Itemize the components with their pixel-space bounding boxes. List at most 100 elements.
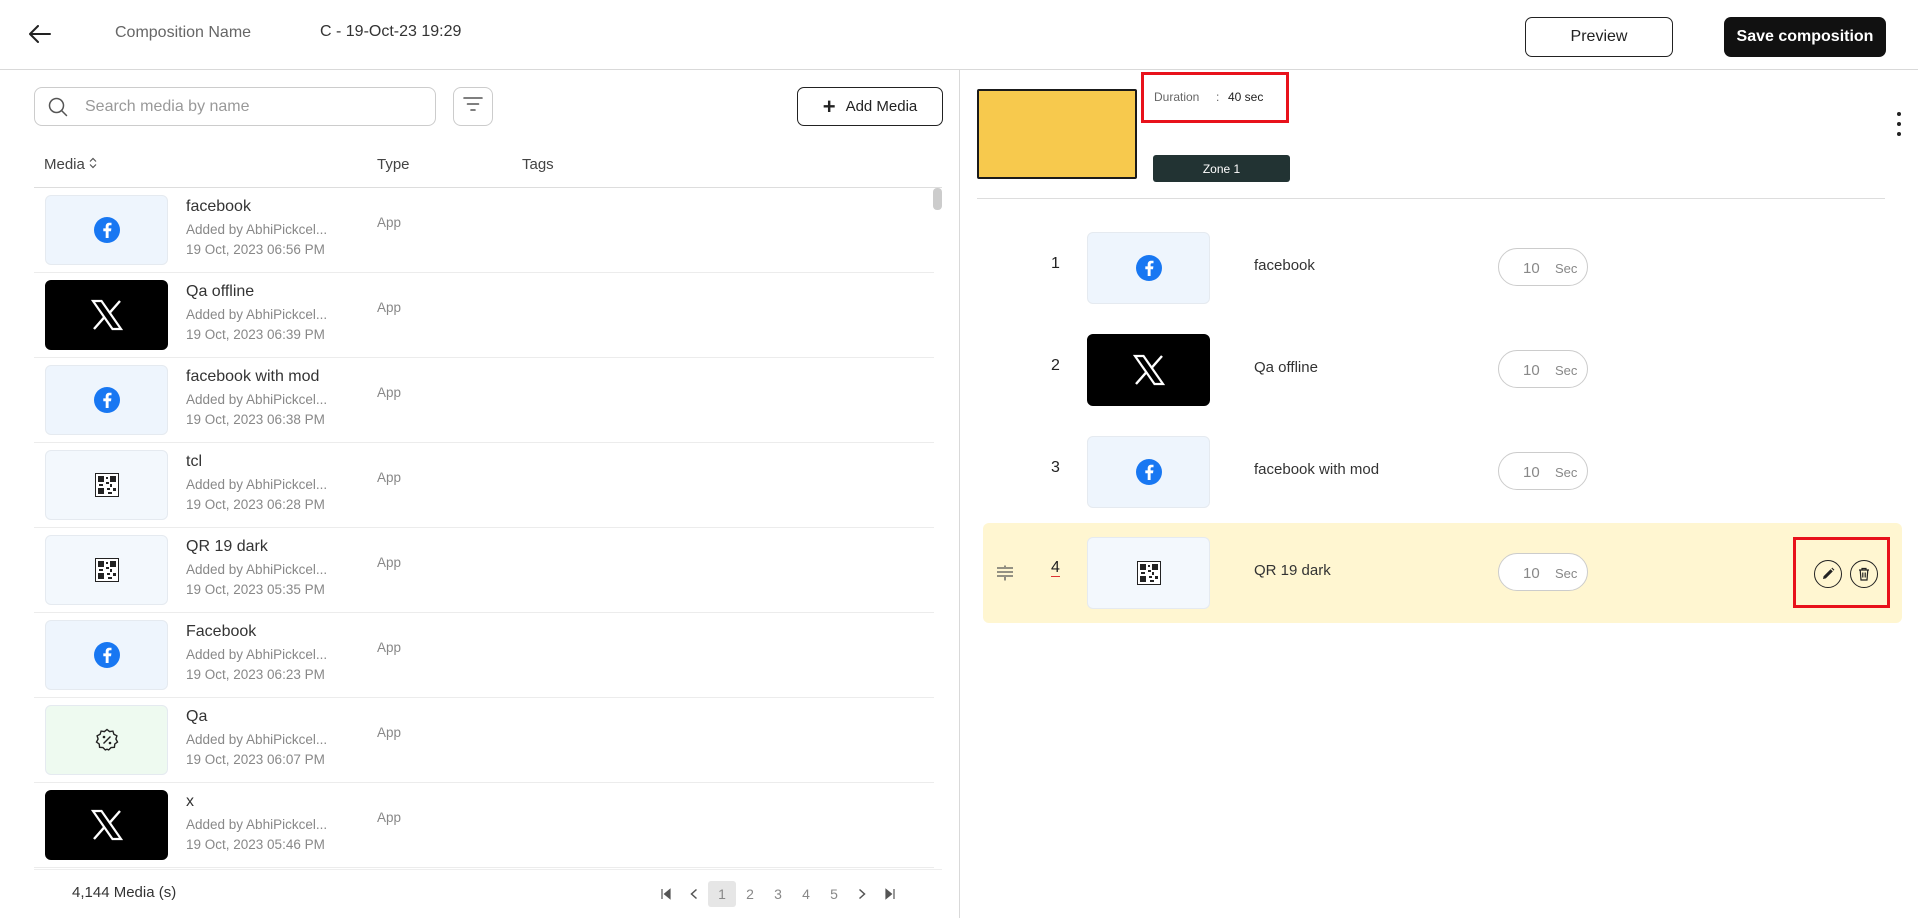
media-added-by: Added by AbhiPickcel... xyxy=(186,392,328,407)
media-column-header[interactable]: Media xyxy=(44,156,97,173)
sequence-index: 4 xyxy=(1051,559,1060,577)
page-4[interactable]: 4 xyxy=(792,881,820,907)
x-logo-icon xyxy=(1132,354,1165,386)
media-type: App xyxy=(377,640,402,655)
next-page-icon[interactable] xyxy=(848,881,876,907)
media-column-label: Media xyxy=(44,156,85,173)
duration-seconds-input[interactable]: 10 Sec xyxy=(1498,452,1588,490)
media-thumbnail xyxy=(45,195,168,265)
media-table-header: Media Type Tags xyxy=(34,148,942,188)
seconds-unit: Sec xyxy=(1555,465,1578,480)
media-type: App xyxy=(377,725,402,740)
row-actions-highlight xyxy=(1793,537,1890,608)
page-1[interactable]: 1 xyxy=(708,881,736,907)
composition-name-value[interactable]: C - 19-Oct-23 19:29 xyxy=(320,23,461,41)
sequence-thumbnail xyxy=(1087,334,1210,406)
zone-1-tab[interactable]: Zone 1 xyxy=(1153,155,1290,182)
media-list: facebook Added by AbhiPickcel... 19 Oct,… xyxy=(34,188,934,868)
media-name: facebook with mod xyxy=(186,368,320,385)
media-thumbnail xyxy=(45,535,168,605)
media-date: 19 Oct, 2023 06:39 PM xyxy=(186,327,325,342)
sequence-thumbnail xyxy=(1087,232,1210,304)
media-name: QR 19 dark xyxy=(186,538,268,555)
sequence-name: Qa offline xyxy=(1254,359,1318,376)
first-page-icon[interactable] xyxy=(652,881,680,907)
media-row[interactable]: tcl Added by AbhiPickcel... 19 Oct, 2023… xyxy=(34,443,934,528)
duration-seconds-input[interactable]: 10 Sec xyxy=(1498,553,1588,591)
sequence-index: 2 xyxy=(1051,357,1060,374)
filter-button[interactable] xyxy=(453,87,493,126)
sequence-item-selected[interactable]: 4 QR 19 dark 10 Sec xyxy=(983,523,1902,623)
scrollbar-thumb[interactable] xyxy=(933,188,942,210)
preview-button[interactable]: Preview xyxy=(1525,17,1673,57)
seconds-value: 10 xyxy=(1523,260,1540,277)
facebook-icon xyxy=(93,387,120,413)
media-row[interactable]: Qa offline Added by AbhiPickcel... 19 Oc… xyxy=(34,273,934,358)
edit-icon[interactable] xyxy=(1814,560,1842,588)
back-arrow-icon[interactable] xyxy=(26,20,54,48)
sequence-item[interactable]: 3 facebook with mod 10 Sec xyxy=(983,422,1902,522)
seconds-value: 10 xyxy=(1523,565,1540,582)
sequence-name: facebook with mod xyxy=(1254,461,1380,478)
media-type: App xyxy=(377,555,402,570)
media-row[interactable]: x Added by AbhiPickcel... 19 Oct, 2023 0… xyxy=(34,783,934,868)
media-row[interactable]: Facebook Added by AbhiPickcel... 19 Oct,… xyxy=(34,613,934,698)
media-thumbnail xyxy=(45,705,168,775)
page-3[interactable]: 3 xyxy=(764,881,792,907)
media-name: x xyxy=(186,793,194,810)
save-composition-button[interactable]: Save composition xyxy=(1724,17,1886,57)
facebook-icon xyxy=(93,642,120,668)
zone-layout-preview[interactable] xyxy=(977,89,1137,179)
page-2[interactable]: 2 xyxy=(736,881,764,907)
media-added-by: Added by AbhiPickcel... xyxy=(186,477,328,492)
sequence-index: 3 xyxy=(1051,459,1060,476)
duration-seconds-input[interactable]: 10 Sec xyxy=(1498,248,1588,286)
media-search-box xyxy=(34,87,436,126)
search-input[interactable] xyxy=(85,88,425,125)
qr-code-icon xyxy=(1136,561,1161,585)
media-row[interactable]: facebook with mod Added by AbhiPickcel..… xyxy=(34,358,934,443)
delete-icon[interactable] xyxy=(1850,560,1878,588)
facebook-icon xyxy=(1135,255,1162,281)
sequence-name: facebook xyxy=(1254,257,1315,274)
previous-page-icon[interactable] xyxy=(680,881,708,907)
media-row[interactable]: QR 19 dark Added by AbhiPickcel... 19 Oc… xyxy=(34,528,934,613)
media-type: App xyxy=(377,215,402,230)
seconds-unit: Sec xyxy=(1555,363,1578,378)
media-name: facebook xyxy=(186,198,251,215)
footer-divider xyxy=(34,869,942,870)
sequence-thumbnail xyxy=(1087,537,1210,609)
media-added-by: Added by AbhiPickcel... xyxy=(186,647,328,662)
seconds-value: 10 xyxy=(1523,464,1540,481)
seconds-unit: Sec xyxy=(1555,261,1578,276)
media-name: Qa xyxy=(186,708,208,725)
duration-seconds-input[interactable]: 10 Sec xyxy=(1498,350,1588,388)
page-5[interactable]: 5 xyxy=(820,881,848,907)
media-row[interactable]: facebook Added by AbhiPickcel... 19 Oct,… xyxy=(34,188,934,273)
sequence-thumbnail xyxy=(1087,436,1210,508)
duration-separator: : xyxy=(1216,90,1220,104)
sequence-index: 1 xyxy=(1051,255,1060,272)
sequence-name: QR 19 dark xyxy=(1254,562,1331,579)
media-date: 19 Oct, 2023 06:56 PM xyxy=(186,242,325,257)
zone-divider xyxy=(977,198,1885,199)
add-media-button[interactable]: + Add Media xyxy=(797,87,943,126)
media-list-scrollbar[interactable] xyxy=(933,188,942,868)
media-type: App xyxy=(377,385,402,400)
media-row[interactable]: Qa Added by AbhiPickcel... 19 Oct, 2023 … xyxy=(34,698,934,783)
media-added-by: Added by AbhiPickcel... xyxy=(186,562,328,577)
qr-code-icon xyxy=(94,473,119,497)
seconds-value: 10 xyxy=(1523,362,1540,379)
sequence-item[interactable]: 1 facebook 10 Sec xyxy=(983,218,1902,318)
duration-display: Duration : 40 sec xyxy=(1141,72,1289,123)
sequence-item[interactable]: 2 Qa offline 10 Sec xyxy=(983,320,1902,420)
panel-divider xyxy=(959,70,960,918)
media-name: Qa offline xyxy=(186,283,255,300)
qr-code-icon xyxy=(94,558,119,582)
tags-column-header: Tags xyxy=(522,156,554,173)
last-page-icon[interactable] xyxy=(876,881,904,907)
plus-icon: + xyxy=(822,93,836,119)
media-date: 19 Oct, 2023 06:38 PM xyxy=(186,412,325,427)
more-options-icon[interactable] xyxy=(1892,112,1906,136)
drag-handle-icon[interactable] xyxy=(995,565,1015,581)
